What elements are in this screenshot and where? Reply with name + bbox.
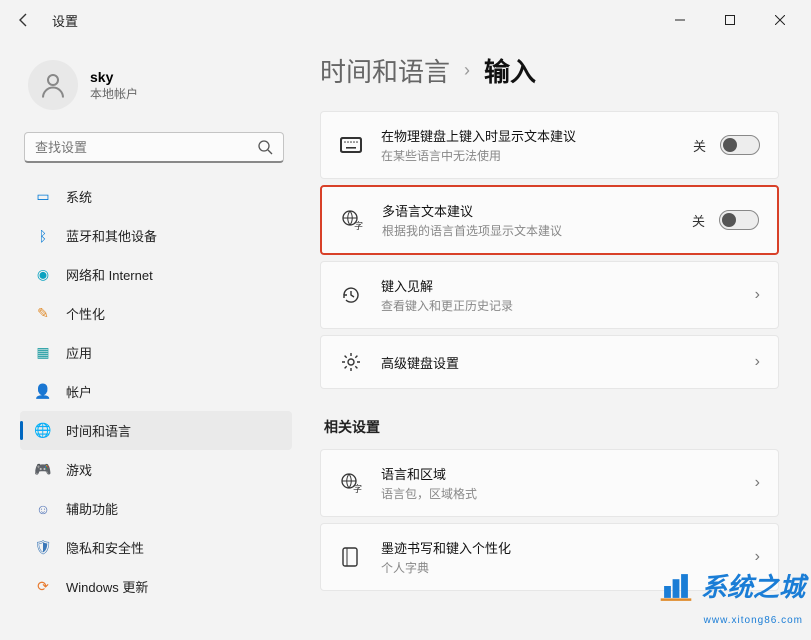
watermark-text: 系统之城 xyxy=(701,567,805,604)
apps-icon: ▦ xyxy=(34,344,52,362)
bluetooth-icon: ᛒ xyxy=(34,227,52,245)
nav-apps[interactable]: ▦ 应用 xyxy=(20,333,292,372)
nav-network[interactable]: ◉ 网络和 Internet xyxy=(20,255,292,294)
shield-icon: 🛡 xyxy=(34,539,52,557)
card-subtitle: 根据我的语言首选项显示文本建议 xyxy=(382,222,674,239)
keyboard-icon xyxy=(339,133,363,157)
card-title: 键入见解 xyxy=(381,276,737,295)
profile-subtitle: 本地帐户 xyxy=(90,85,138,102)
nav-time-language[interactable]: 🌐 时间和语言 xyxy=(20,411,292,450)
card-multilingual-suggestions[interactable]: 字 多语言文本建议 根据我的语言首选项显示文本建议 关 xyxy=(320,185,779,255)
nav-label: Windows 更新 xyxy=(66,577,148,596)
nav-label: 蓝牙和其他设备 xyxy=(66,226,157,245)
search-box[interactable] xyxy=(24,132,284,163)
card-subtitle: 查看键入和更正历史记录 xyxy=(381,297,737,314)
chevron-right-icon: › xyxy=(755,548,760,566)
card-advanced-keyboard[interactable]: 高级键盘设置 › xyxy=(320,335,779,389)
person-icon: 👤 xyxy=(34,383,52,401)
chevron-right-icon: › xyxy=(755,286,760,304)
card-title: 在物理键盘上键入时显示文本建议 xyxy=(381,126,675,145)
nav-accessibility[interactable]: ☺ 辅助功能 xyxy=(20,489,292,528)
sidebar: sky 本地帐户 ▭ 系统 ᛒ 蓝牙和其他设备 ◉ 网络和 Internet ✎ 个性化… xyxy=(0,40,300,640)
toggle-text-suggestions[interactable] xyxy=(720,135,760,155)
card-subtitle: 在某些语言中无法使用 xyxy=(381,147,675,164)
chevron-right-icon: › xyxy=(464,60,470,81)
accessibility-icon: ☺ xyxy=(34,500,52,518)
dictionary-icon xyxy=(339,545,363,569)
nav-bluetooth[interactable]: ᛒ 蓝牙和其他设备 xyxy=(20,216,292,255)
gamepad-icon: 🎮 xyxy=(34,461,52,479)
nav-gaming[interactable]: 🎮 游戏 xyxy=(20,450,292,489)
card-title: 语言和区域 xyxy=(381,464,737,483)
chevron-right-icon: › xyxy=(755,353,760,371)
nav-personalization[interactable]: ✎ 个性化 xyxy=(20,294,292,333)
profile-name: sky xyxy=(90,69,138,85)
nav-label: 帐户 xyxy=(66,382,92,401)
watermark-url: www.xitong86.com xyxy=(704,615,803,626)
nav-label: 辅助功能 xyxy=(66,499,118,518)
nav-label: 网络和 Internet xyxy=(66,265,153,284)
profile-block[interactable]: sky 本地帐户 xyxy=(20,52,292,128)
brush-icon: ✎ xyxy=(34,305,52,323)
minimize-button[interactable] xyxy=(657,4,703,36)
nav-privacy[interactable]: 🛡 隐私和安全性 xyxy=(20,528,292,567)
nav-accounts[interactable]: 👤 帐户 xyxy=(20,372,292,411)
nav-label: 应用 xyxy=(66,343,92,362)
watermark-logo-icon xyxy=(659,569,693,603)
card-subtitle: 语言包，区域格式 xyxy=(381,485,737,502)
card-language-region[interactable]: 字 语言和区域 语言包，区域格式 › xyxy=(320,449,779,517)
update-icon: ⟳ xyxy=(34,578,52,596)
maximize-button[interactable] xyxy=(707,4,753,36)
related-settings-label: 相关设置 xyxy=(324,417,779,437)
content-area: 时间和语言 › 输入 在物理键盘上键入时显示文本建议 在某些语言中无法使用 关 … xyxy=(300,40,811,640)
avatar xyxy=(28,60,78,110)
nav-label: 隐私和安全性 xyxy=(66,538,144,557)
toggle-multilingual[interactable] xyxy=(719,210,759,230)
nav-label: 个性化 xyxy=(66,304,105,323)
svg-text:字: 字 xyxy=(354,220,363,231)
watermark: 系统之城 www.xitong86.com xyxy=(659,567,805,604)
nav-label: 游戏 xyxy=(66,460,92,479)
gear-icon xyxy=(339,350,363,374)
globe-clock-icon: 🌐 xyxy=(34,422,52,440)
close-button[interactable] xyxy=(757,4,803,36)
window-title: 设置 xyxy=(52,11,78,30)
back-button[interactable] xyxy=(8,4,40,36)
breadcrumb-parent[interactable]: 时间和语言 xyxy=(320,52,450,89)
system-icon: ▭ xyxy=(34,188,52,206)
toggle-state-label: 关 xyxy=(693,136,706,155)
nav-windows-update[interactable]: ⟳ Windows 更新 xyxy=(20,567,292,606)
card-title: 墨迹书写和键入个性化 xyxy=(381,538,737,557)
svg-text:字: 字 xyxy=(353,483,362,494)
card-title: 高级键盘设置 xyxy=(381,353,737,372)
globe-text-icon: 字 xyxy=(340,208,364,232)
card-text-suggestions[interactable]: 在物理键盘上键入时显示文本建议 在某些语言中无法使用 关 xyxy=(320,111,779,179)
toggle-state-label: 关 xyxy=(692,211,705,230)
breadcrumb: 时间和语言 › 输入 xyxy=(320,52,779,89)
nav-label: 时间和语言 xyxy=(66,421,131,440)
card-title: 多语言文本建议 xyxy=(382,201,674,220)
search-icon xyxy=(257,139,273,155)
card-typing-insights[interactable]: 键入见解 查看键入和更正历史记录 › xyxy=(320,261,779,329)
chevron-right-icon: › xyxy=(755,474,760,492)
wifi-icon: ◉ xyxy=(34,266,52,284)
nav-system[interactable]: ▭ 系统 xyxy=(20,177,292,216)
history-icon xyxy=(339,283,363,307)
globe-text-icon: 字 xyxy=(339,471,363,495)
nav-label: 系统 xyxy=(66,187,92,206)
search-input[interactable] xyxy=(35,140,257,155)
breadcrumb-current: 输入 xyxy=(484,52,536,89)
